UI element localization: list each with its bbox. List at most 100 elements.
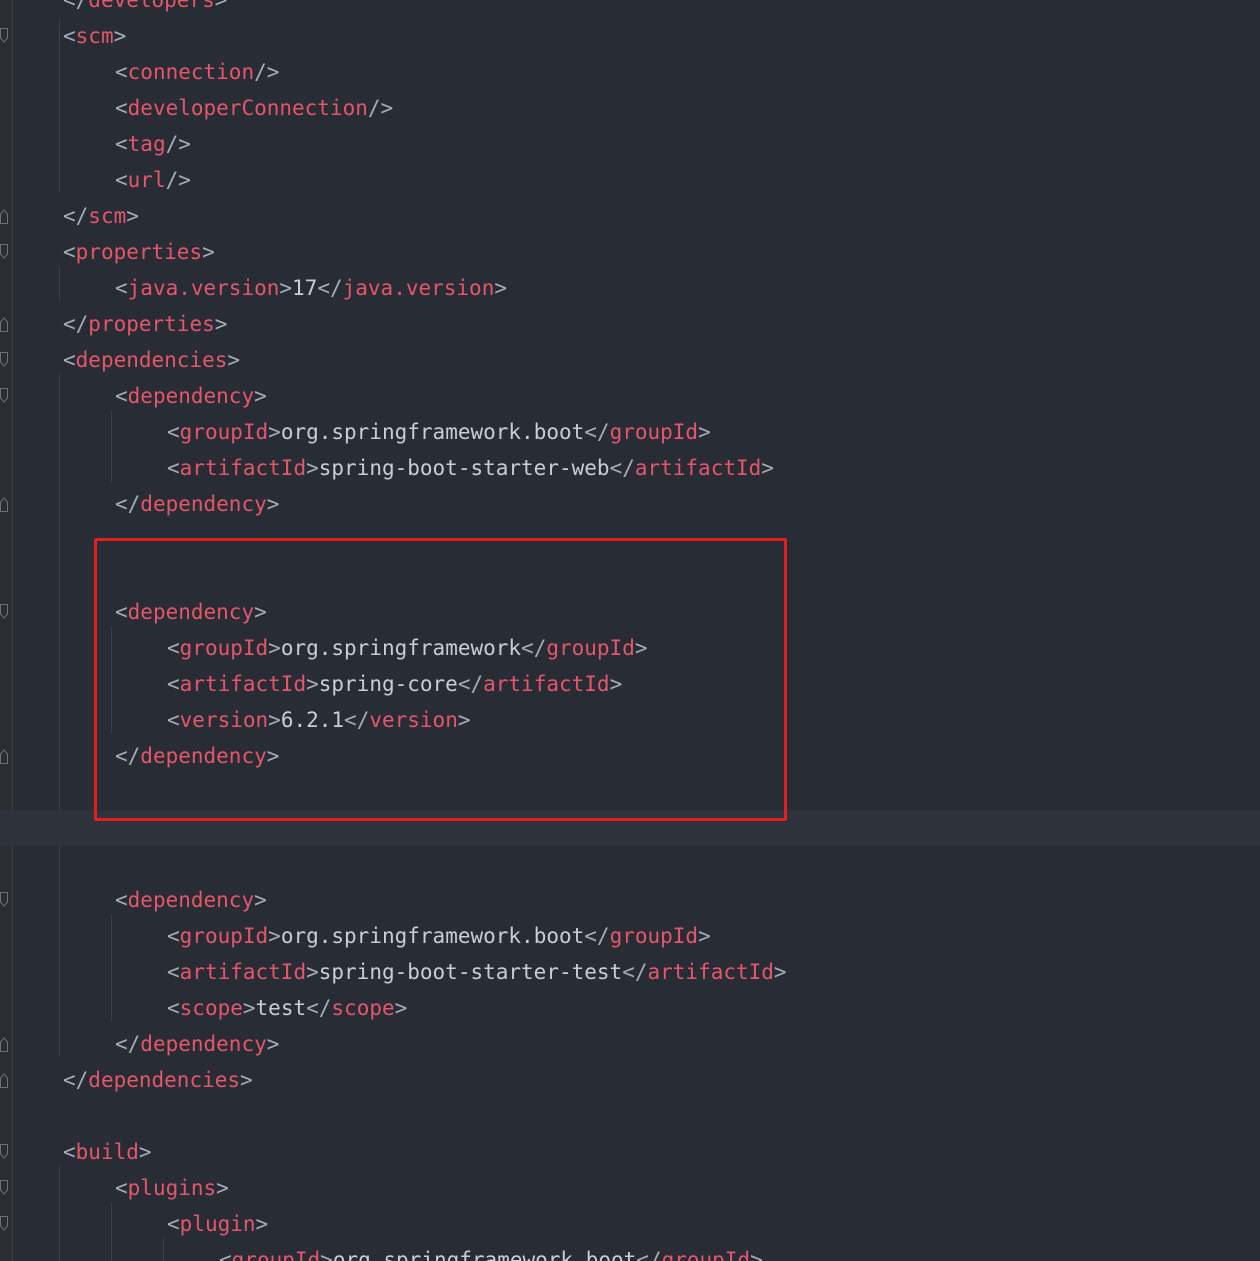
xml-tag-name: scm — [88, 204, 127, 228]
xml-bracket: < — [63, 348, 76, 372]
fold-close-icon[interactable] — [0, 1036, 9, 1052]
fold-close-icon[interactable] — [0, 1072, 9, 1088]
xml-bracket: > — [268, 708, 281, 732]
xml-tag-name: groupId — [609, 420, 699, 444]
xml-bracket: > — [634, 636, 648, 660]
xml-bracket: > — [761, 456, 774, 480]
xml-tag-name: version — [179, 708, 269, 732]
code-line-content: <plugins> — [115, 1170, 229, 1206]
xml-bracket: > — [254, 384, 267, 408]
xml-tag-name: dependency — [140, 492, 267, 516]
fold-close-icon[interactable] — [0, 208, 9, 224]
xml-tag-name: developers — [88, 0, 215, 12]
fold-open-icon[interactable] — [0, 604, 9, 620]
xml-bracket: < — [115, 132, 128, 156]
xml-bracket: </ — [63, 1068, 89, 1092]
xml-bracket: </ — [317, 276, 343, 300]
fold-open-icon[interactable] — [0, 28, 9, 44]
xml-text: org.springframework.boot — [332, 1248, 637, 1261]
xml-bracket: > — [255, 1212, 269, 1236]
xml-bracket: </ — [344, 708, 370, 732]
xml-bracket: > — [266, 1032, 280, 1056]
xml-tag-name: version — [369, 708, 458, 732]
xml-text: spring-boot-starter-web — [318, 456, 610, 480]
xml-bracket: </ — [457, 672, 484, 696]
indent-guide — [163, 1238, 164, 1261]
xml-tag-name: dependency — [140, 1032, 267, 1056]
xml-bracket: </ — [584, 924, 610, 948]
xml-bracket: /> — [254, 60, 280, 84]
indent-guide — [59, 1166, 60, 1261]
code-line-content: <java.version>17</java.version> — [115, 270, 507, 306]
xml-bracket: < — [115, 888, 128, 912]
xml-tag-name: groupId — [179, 420, 269, 444]
xml-bracket: < — [115, 1176, 128, 1200]
code-line-content: <dependencies> — [63, 342, 240, 378]
xml-tag-name: scope — [331, 996, 395, 1020]
xml-bracket: > — [268, 636, 281, 660]
xml-bracket: < — [219, 1248, 232, 1261]
xml-bracket: > — [268, 420, 281, 444]
xml-bracket: > — [254, 888, 267, 912]
code-line-content: <groupId>org.springframework</groupId> — [167, 630, 648, 666]
indent-guide — [111, 1202, 112, 1261]
xml-tag-name: groupId — [179, 924, 269, 948]
fold-open-icon[interactable] — [0, 1180, 9, 1196]
xml-tag-name: tag — [127, 132, 166, 156]
xml-tag-name: connection — [127, 60, 255, 84]
xml-tag-name: plugin — [179, 1212, 256, 1236]
xml-text: 17 — [292, 276, 318, 300]
xml-bracket: > — [214, 312, 228, 336]
code-line-content: <build> — [63, 1134, 152, 1170]
code-line-content: </scm> — [63, 198, 139, 234]
xml-bracket: > — [320, 1248, 333, 1261]
xml-tag-name: artifactId — [179, 960, 307, 984]
xml-tag-name: java.version — [342, 276, 495, 300]
code-line-content: <scm> — [63, 18, 126, 54]
xml-bracket: </ — [622, 960, 648, 984]
fold-open-icon[interactable] — [0, 388, 9, 404]
xml-bracket: < — [63, 1140, 76, 1164]
xml-bracket: < — [167, 456, 180, 480]
code-editor[interactable]: </developers> <scm> <connection/> <develope… — [0, 0, 1260, 1261]
fold-open-icon[interactable] — [0, 244, 9, 260]
fold-open-icon[interactable] — [0, 352, 9, 368]
code-line[interactable] — [0, 810, 1260, 846]
xml-bracket: < — [115, 276, 128, 300]
fold-close-icon[interactable] — [0, 316, 9, 332]
fold-close-icon[interactable] — [0, 748, 9, 764]
xml-bracket: < — [167, 924, 180, 948]
xml-bracket: </ — [115, 1032, 141, 1056]
xml-bracket: > — [138, 1140, 152, 1164]
code-line-content: <scope>test</scope> — [167, 990, 407, 1026]
xml-text: 6.2.1 — [280, 708, 345, 732]
xml-bracket: < — [167, 960, 180, 984]
xml-bracket: > — [494, 276, 507, 300]
xml-text: org.springframework — [280, 636, 522, 660]
code-line-content: <url/> — [115, 162, 191, 198]
code-line-content: <dependency> — [115, 594, 267, 630]
code-line-content: </dependency> — [115, 738, 279, 774]
code-line-content: <artifactId>spring-core</artifactId> — [167, 666, 622, 702]
xml-tag-name: dependencies — [88, 1068, 241, 1092]
xml-bracket: </ — [63, 312, 89, 336]
xml-tag-name: developerConnection — [127, 96, 368, 120]
xml-bracket: > — [227, 348, 241, 372]
fold-open-icon[interactable] — [0, 1216, 9, 1232]
fold-open-icon[interactable] — [0, 892, 9, 908]
xml-tag-name: dependency — [127, 384, 255, 408]
code-line-content: <dependency> — [115, 882, 267, 918]
xml-tag-name: scm — [75, 24, 114, 48]
fold-close-icon[interactable] — [0, 496, 9, 512]
xml-bracket: > — [457, 708, 471, 732]
xml-bracket: < — [63, 24, 76, 48]
xml-bracket: </ — [115, 492, 141, 516]
xml-bracket: </ — [63, 0, 89, 12]
fold-open-icon[interactable] — [0, 1144, 9, 1160]
xml-bracket: /> — [165, 132, 191, 156]
code-line-content: </developers> — [63, 0, 227, 18]
xml-text: org.springframework.boot — [280, 420, 585, 444]
xml-bracket: < — [63, 240, 76, 264]
xml-bracket: > — [266, 492, 280, 516]
code-line-content: <dependency> — [115, 378, 267, 414]
